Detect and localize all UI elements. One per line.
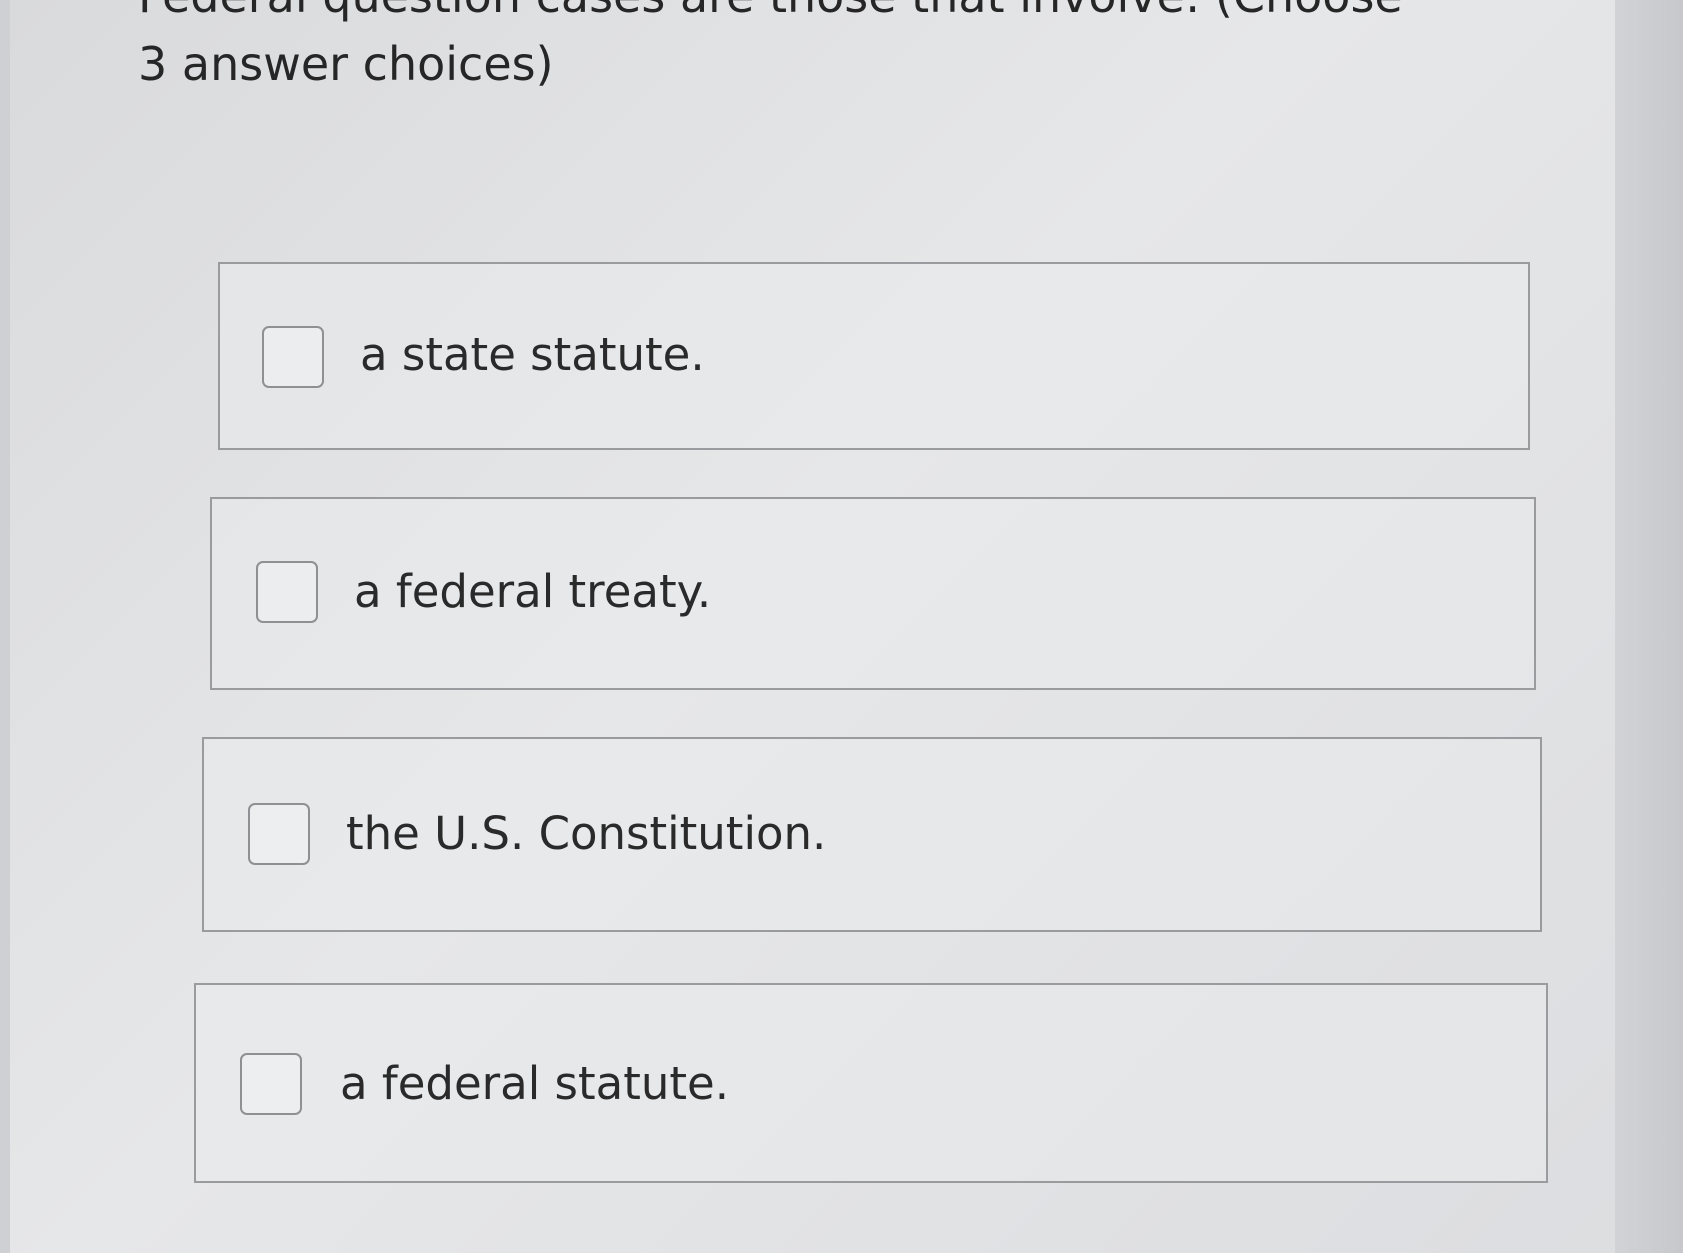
checkbox[interactable] bbox=[248, 803, 310, 865]
answer-option-label: the U.S. Constitution. bbox=[346, 807, 827, 860]
answer-option-federal-treaty[interactable]: a federal treaty. bbox=[210, 497, 1536, 690]
answer-option-label: a federal treaty. bbox=[354, 565, 712, 618]
answer-option-label: a state statute. bbox=[360, 328, 705, 381]
checkbox[interactable] bbox=[256, 561, 318, 623]
question-text: Federal question cases are those that in… bbox=[138, 0, 1403, 91]
answer-option-us-constitution[interactable]: the U.S. Constitution. bbox=[202, 737, 1542, 932]
page-edge-left bbox=[0, 0, 10, 1253]
checkbox[interactable] bbox=[262, 326, 324, 388]
answer-option-federal-statute[interactable]: a federal statute. bbox=[194, 983, 1548, 1183]
checkbox[interactable] bbox=[240, 1053, 302, 1115]
page-edge-right bbox=[1615, 0, 1683, 1253]
answer-option-state-statute[interactable]: a state statute. bbox=[218, 262, 1530, 450]
answer-option-label: a federal statute. bbox=[340, 1057, 730, 1110]
